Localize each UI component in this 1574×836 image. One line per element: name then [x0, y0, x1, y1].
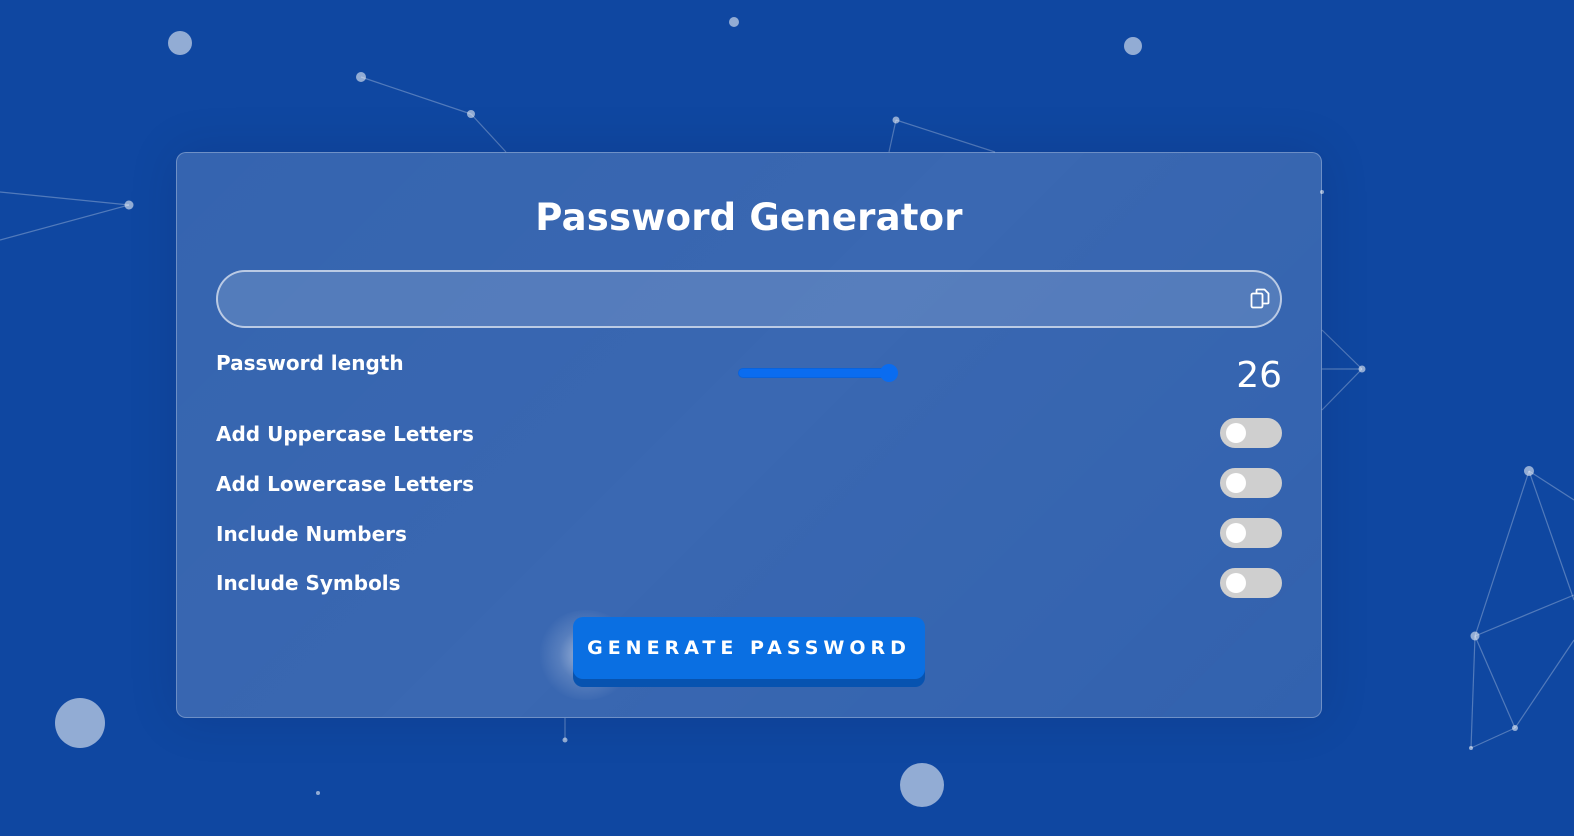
page-title: Password Generator: [535, 196, 963, 239]
length-slider-thumb[interactable]: [880, 364, 898, 382]
length-slider[interactable]: [738, 364, 898, 382]
option-symbols-label: Include Symbols: [216, 571, 401, 595]
toggle-uppercase[interactable]: [1220, 418, 1282, 448]
copy-icon[interactable]: [1249, 287, 1271, 311]
password-length-label: Password length: [216, 351, 404, 375]
generate-password-button[interactable]: GENERATE PASSWORD: [573, 617, 925, 679]
toggle-symbols[interactable]: [1220, 568, 1282, 598]
option-uppercase-label: Add Uppercase Letters: [216, 422, 474, 446]
option-numbers-label: Include Numbers: [216, 522, 407, 546]
toggle-lowercase[interactable]: [1220, 468, 1282, 498]
option-lowercase-label: Add Lowercase Letters: [216, 472, 475, 496]
toggle-knob: [1226, 523, 1246, 543]
password-field[interactable]: [216, 270, 1282, 328]
toggle-numbers[interactable]: [1220, 518, 1282, 548]
toggle-knob: [1226, 573, 1246, 593]
toggle-knob: [1226, 473, 1246, 493]
length-value: 26: [1236, 355, 1282, 396]
password-output[interactable]: [238, 272, 1222, 328]
toggle-knob: [1226, 423, 1246, 443]
